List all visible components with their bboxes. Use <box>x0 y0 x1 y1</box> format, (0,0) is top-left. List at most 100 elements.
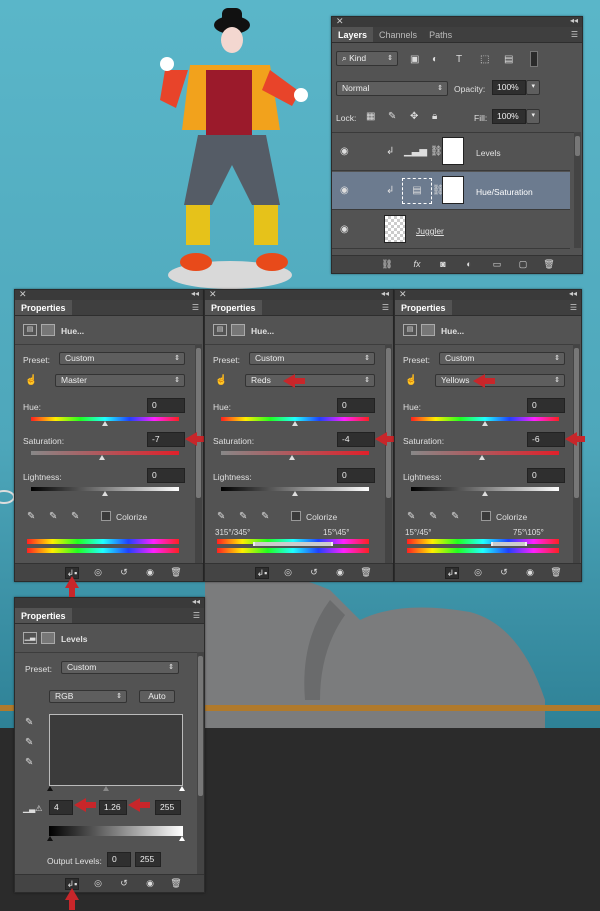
visibility-eye-icon[interactable]: ◉ <box>143 878 157 890</box>
layer-row-hue-saturation[interactable]: ◉ ↲ ▤ ⛓ Hue/Saturation <box>332 172 570 210</box>
mask-icon[interactable] <box>421 324 435 336</box>
lightness-slider-thumb[interactable] <box>292 491 298 496</box>
lock-position-icon[interactable]: ✥ <box>410 112 418 122</box>
adjustment-filter-icon[interactable]: ◐ <box>432 55 438 65</box>
trash-icon[interactable]: 🗑︎ <box>549 567 563 579</box>
colorize-checkbox[interactable] <box>291 511 301 521</box>
tab-paths[interactable]: Paths <box>423 27 458 42</box>
type-filter-icon[interactable]: T <box>456 55 462 65</box>
eyedropper-plus-icon[interactable]: ✎ <box>239 512 247 522</box>
channel-select[interactable]: Master ⇕ <box>55 374 185 387</box>
shape-filter-icon[interactable]: ⬚ <box>480 55 489 65</box>
colorize-checkbox[interactable] <box>101 511 111 521</box>
visibility-eye-icon[interactable]: ◉ <box>333 567 347 579</box>
trash-icon[interactable]: 🗑︎ <box>359 567 373 579</box>
input-gamma-slider[interactable] <box>103 786 109 791</box>
eyedropper-icon[interactable]: ✎ <box>407 512 415 522</box>
gray-eyedropper-icon[interactable]: ✎ <box>25 738 33 748</box>
hue-field[interactable]: 0 <box>147 398 185 413</box>
tab-properties[interactable]: Properties <box>205 300 262 315</box>
input-white-field[interactable]: 255 <box>155 800 181 815</box>
collapse-icon[interactable]: ◂◂ <box>192 597 200 606</box>
view-previous-icon[interactable]: ◎ <box>471 567 485 579</box>
saturation-slider-thumb[interactable] <box>289 455 295 460</box>
channel-select[interactable]: Yellows ⇕ <box>435 374 565 387</box>
filter-toggle-icon[interactable] <box>530 51 538 67</box>
lock-pixels-icon[interactable]: ✎ <box>388 112 396 122</box>
range-selector[interactable] <box>491 542 527 546</box>
visibility-eye-icon[interactable]: ◉ <box>340 225 349 235</box>
collapse-icon[interactable]: ◂◂ <box>381 289 389 298</box>
hue-field[interactable]: 0 <box>527 398 565 413</box>
targeted-adjustment-hand-icon[interactable]: ☝ <box>405 376 417 386</box>
lightness-field[interactable]: 0 <box>337 468 375 483</box>
lightness-slider-thumb[interactable] <box>482 491 488 496</box>
fill-dropdown[interactable]: ▾ <box>526 109 540 124</box>
auto-button[interactable]: Auto <box>139 690 175 703</box>
hue-field[interactable]: 0 <box>337 398 375 413</box>
preset-select[interactable]: Custom ⇕ <box>61 661 179 674</box>
properties-scrollbar[interactable] <box>385 344 392 564</box>
layer-row-juggler[interactable]: ◉ Juggler <box>332 211 570 249</box>
mask-icon[interactable] <box>41 632 55 644</box>
layers-scrollbar[interactable] <box>574 132 581 248</box>
saturation-slider-track[interactable] <box>221 451 369 455</box>
output-black-field[interactable]: 0 <box>107 852 131 867</box>
mask-icon[interactable] <box>231 324 245 336</box>
collapse-icon[interactable]: ◂◂ <box>569 289 577 298</box>
properties-scrollbar[interactable] <box>195 344 202 564</box>
reset-icon[interactable]: ↺ <box>307 567 321 579</box>
close-icon[interactable]: ✕ <box>336 16 344 27</box>
tab-layers[interactable]: Layers <box>332 27 374 42</box>
white-eyedropper-icon[interactable]: ✎ <box>25 758 33 768</box>
kind-filter-select[interactable]: ⌕ Kind ⇕ <box>336 51 398 66</box>
input-black-slider[interactable] <box>47 786 53 791</box>
collapse-icon[interactable]: ◂◂ <box>570 16 578 25</box>
lightness-field[interactable]: 0 <box>147 468 185 483</box>
range-selector[interactable] <box>253 542 333 546</box>
hue-slider-thumb[interactable] <box>292 421 298 426</box>
lock-transparent-icon[interactable]: ▦ <box>366 112 375 122</box>
opacity-field[interactable]: 100% <box>492 80 526 95</box>
properties-scrollbar[interactable] <box>197 652 204 876</box>
saturation-slider-track[interactable] <box>411 451 559 455</box>
preset-select[interactable]: Custom ⇕ <box>249 352 375 365</box>
visibility-eye-icon[interactable]: ◉ <box>523 567 537 579</box>
input-white-slider[interactable] <box>179 786 185 791</box>
saturation-field[interactable]: -6 <box>527 432 565 447</box>
visibility-eye-icon[interactable]: ◉ <box>143 567 157 579</box>
close-icon[interactable]: ✕ <box>209 289 217 300</box>
panel-menu-icon[interactable]: ☰ <box>382 303 389 312</box>
output-white-slider[interactable] <box>179 836 185 841</box>
link-layers-icon[interactable]: ⛓ <box>380 259 394 271</box>
colorize-checkbox[interactable] <box>481 511 491 521</box>
tab-channels[interactable]: Channels <box>373 27 423 42</box>
targeted-adjustment-hand-icon[interactable]: ☝ <box>25 376 37 386</box>
saturation-slider-thumb[interactable] <box>99 455 105 460</box>
mask-icon[interactable] <box>41 324 55 336</box>
black-eyedropper-icon[interactable]: ✎ <box>25 718 33 728</box>
panel-menu-icon[interactable]: ☰ <box>193 611 200 620</box>
new-layer-icon[interactable]: ▢ <box>516 259 530 271</box>
new-group-icon[interactable]: ▭ <box>490 259 504 271</box>
lightness-slider-thumb[interactable] <box>102 491 108 496</box>
trash-icon[interactable]: 🗑︎ <box>169 878 183 890</box>
eyedropper-plus-icon[interactable]: ✎ <box>429 512 437 522</box>
panel-menu-icon[interactable]: ☰ <box>192 303 199 312</box>
eyedropper-plus-icon[interactable]: ✎ <box>49 512 57 522</box>
tab-properties[interactable]: Properties <box>15 300 72 315</box>
eyedropper-minus-icon[interactable]: ✎ <box>261 512 269 522</box>
targeted-adjustment-hand-icon[interactable]: ☝ <box>215 376 227 386</box>
fill-field[interactable]: 100% <box>492 109 526 124</box>
tab-properties[interactable]: Properties <box>395 300 452 315</box>
close-icon[interactable]: ✕ <box>399 289 407 300</box>
panel-menu-icon[interactable]: ☰ <box>571 30 578 39</box>
properties-scrollbar[interactable] <box>573 344 580 564</box>
view-previous-icon[interactable]: ◎ <box>91 878 105 890</box>
clip-to-layer-icon[interactable]: ↲▪ <box>445 567 459 579</box>
visibility-eye-icon[interactable]: ◉ <box>340 147 349 157</box>
trash-icon[interactable]: 🗑︎ <box>542 259 556 271</box>
close-icon[interactable]: ✕ <box>19 289 27 300</box>
output-black-slider[interactable] <box>47 836 53 841</box>
pixel-filter-icon[interactable]: ▣ <box>410 55 419 65</box>
